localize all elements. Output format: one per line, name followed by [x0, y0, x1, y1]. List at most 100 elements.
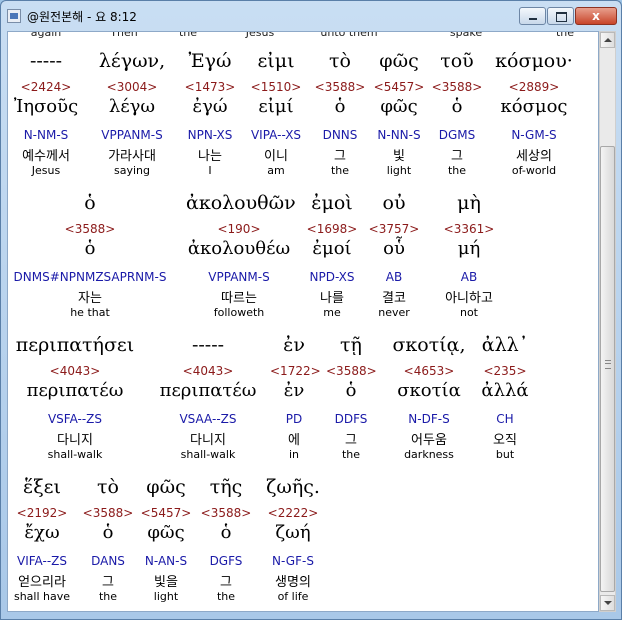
- korean-gloss: 빛을: [154, 575, 178, 590]
- parse-code: VPPANM-S: [101, 128, 163, 142]
- english-gloss: saying: [114, 164, 150, 177]
- lemma: ὁ: [102, 522, 114, 543]
- korean-gloss: 아니하고: [445, 291, 493, 306]
- parse-code: DANS: [91, 554, 125, 568]
- korean-gloss: 그: [345, 433, 357, 448]
- korean-gloss: 세상의: [516, 149, 552, 164]
- minimize-button[interactable]: [519, 7, 546, 25]
- lemma: ὁ: [220, 522, 232, 543]
- partial-english: again: [30, 31, 62, 39]
- greek-word: τοῦ: [440, 50, 474, 72]
- english-gloss: I: [208, 164, 212, 177]
- english-gloss: the: [216, 590, 236, 603]
- english-gloss: he that: [70, 306, 110, 319]
- partial-english: unto them: [320, 31, 378, 39]
- korean-gloss: 나는: [198, 149, 222, 164]
- parse-code: NPN-XS: [187, 128, 233, 142]
- greek-word: εἰμι: [257, 50, 295, 72]
- strong-number: <3361>: [443, 222, 495, 236]
- parse-code: VIPA--XS: [250, 128, 302, 142]
- lemma: ὁ: [345, 380, 357, 401]
- greek-word: ἐν: [283, 334, 305, 356]
- lemma: ὁ: [84, 238, 96, 259]
- greek-word: ὁ: [84, 192, 96, 214]
- strong-number: <1698>: [306, 222, 358, 236]
- lemma: κόσμος: [500, 96, 568, 117]
- parse-code: CH: [496, 412, 514, 426]
- scroll-up-button[interactable]: [600, 32, 615, 48]
- scroll-down-button[interactable]: [600, 595, 615, 611]
- english-gloss: the: [447, 164, 467, 177]
- strong-number: <3004>: [106, 80, 158, 94]
- parse-code: PD: [285, 412, 303, 426]
- strong-number: <3588>: [314, 80, 366, 94]
- lemma: ἀκολουθέω: [187, 238, 291, 259]
- app-window: @원전본해 - 요 8:12 x again Then the Jesus un…: [0, 0, 622, 620]
- lemma: εἰμί: [258, 96, 294, 117]
- arrow-down-icon: [604, 601, 612, 605]
- close-icon: x: [592, 9, 600, 23]
- greek-word: οὐ: [382, 192, 406, 214]
- vertical-scrollbar[interactable]: [599, 31, 616, 612]
- korean-gloss: 다니지: [57, 433, 93, 448]
- english-gloss: Jesus: [31, 164, 61, 177]
- parse-code: VPPANM-S: [208, 270, 270, 284]
- strong-number: <3588>: [82, 506, 134, 520]
- greek-word: ἀκολουθῶν: [186, 192, 296, 214]
- parse-code: N-GF-S: [272, 554, 314, 568]
- english-gloss: in: [288, 448, 300, 461]
- lemma: ἔχω: [24, 522, 60, 543]
- strong-number: <3588>: [326, 364, 377, 378]
- korean-gloss: 결코: [382, 291, 406, 306]
- parse-code: N-NM-S: [23, 128, 69, 142]
- english-gloss: me: [323, 306, 341, 319]
- strong-number: <2889>: [508, 80, 560, 94]
- lemma: ὁ: [334, 96, 346, 117]
- greek-word: ἀλλ᾽: [481, 334, 529, 356]
- scroll-thumb[interactable]: [600, 146, 615, 592]
- strong-number: <3588>: [200, 506, 252, 520]
- lemma: ὁ: [451, 96, 463, 117]
- strong-number: <4043>: [49, 364, 101, 378]
- minimize-icon: [529, 18, 537, 20]
- english-gloss: shall-walk: [47, 448, 103, 461]
- parse-code: VSAA--ZS: [179, 412, 237, 426]
- english-gloss: followeth: [213, 306, 265, 319]
- korean-gloss: 나를: [320, 291, 344, 306]
- greek-word: κόσμου·: [495, 50, 573, 72]
- arrow-up-icon: [604, 38, 612, 42]
- strong-number: <5457>: [373, 80, 425, 94]
- parse-code: DGFS: [209, 554, 243, 568]
- strong-number: <5457>: [140, 506, 192, 520]
- partial-english: Then: [110, 31, 138, 39]
- strong-number: <190>: [217, 222, 261, 236]
- greek-word: Ἐγώ: [188, 50, 232, 72]
- maximize-icon: [556, 12, 567, 22]
- korean-gloss: 가라사대: [108, 149, 156, 164]
- english-gloss: light: [386, 164, 412, 177]
- strong-number: <1722>: [270, 364, 321, 378]
- korean-gloss: 에: [288, 433, 300, 448]
- lemma: φῶς: [147, 522, 185, 543]
- greek-word: -----: [191, 334, 225, 356]
- korean-gloss: 오직: [493, 433, 517, 448]
- parse-code: DGMS: [438, 128, 476, 142]
- strong-number: <2424>: [20, 80, 72, 94]
- lemma: σκοτία: [397, 380, 461, 401]
- parse-code: AB: [385, 270, 403, 284]
- close-button[interactable]: x: [575, 7, 617, 25]
- lemma: μή: [457, 238, 481, 259]
- english-gloss: never: [378, 306, 410, 319]
- title-bar[interactable]: @원전본해 - 요 8:12 x: [1, 1, 621, 31]
- lemma: ἐν: [283, 380, 305, 401]
- app-icon[interactable]: [7, 9, 21, 23]
- parse-code: N-AN-S: [144, 554, 188, 568]
- english-gloss: light: [153, 590, 179, 603]
- window-title: @원전본해 - 요 8:12: [27, 10, 137, 24]
- maximize-button[interactable]: [547, 7, 574, 25]
- lemma: φῶς: [380, 96, 418, 117]
- korean-gloss: 어두움: [411, 433, 447, 448]
- greek-word: ἐμοὶ: [311, 192, 353, 214]
- strong-number: <1473>: [184, 80, 236, 94]
- lemma: ἀλλά: [481, 380, 529, 401]
